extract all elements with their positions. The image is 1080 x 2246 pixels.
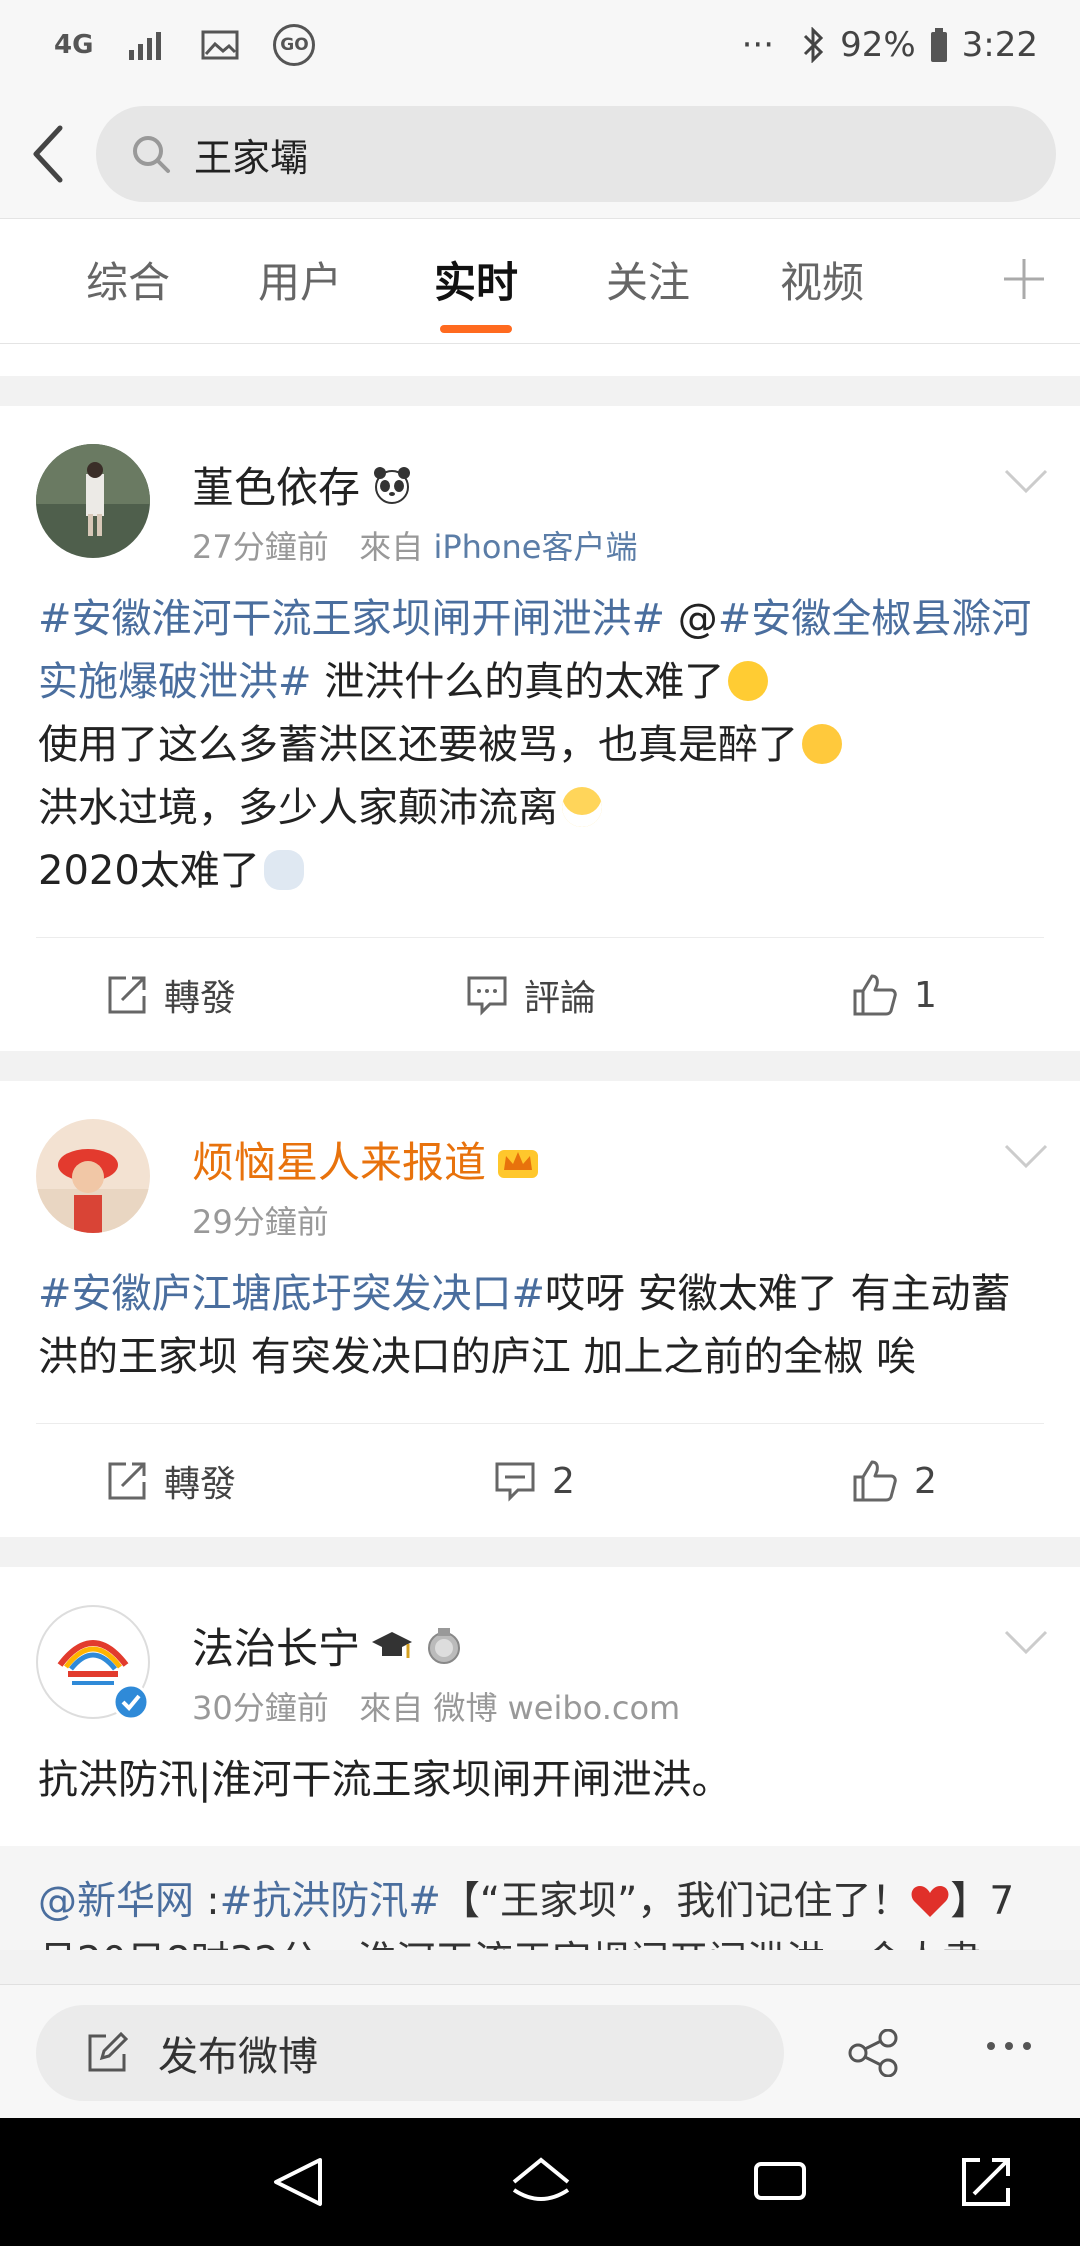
edit-icon xyxy=(88,2032,128,2072)
avatar[interactable] xyxy=(36,444,150,558)
more-notifications-indicator: ··· xyxy=(741,25,775,65)
go-app-icon: GO xyxy=(273,24,316,66)
nav-back-icon[interactable] xyxy=(270,2156,326,2208)
post-body[interactable]: #安徽庐江塘底圩突发决口#哎呀 安徽太难了 有主动蓄洪的王家坝 有突发决口的庐江… xyxy=(0,1249,1080,1389)
battery-icon xyxy=(930,28,947,62)
search-header: 王家壩 xyxy=(0,90,1080,218)
search-icon xyxy=(133,136,170,173)
previous-post-actions-clipped xyxy=(0,344,1080,376)
vip-crown-badge-icon xyxy=(498,1149,539,1178)
system-navigation-bar xyxy=(0,2118,1080,2246)
comment-button[interactable]: 2 xyxy=(494,1424,575,1538)
hashtag-link[interactable]: #安徽庐江塘底圩突发决口# xyxy=(38,1271,545,1317)
hashtag-link[interactable]: #抗洪防汛# xyxy=(220,1879,441,1924)
image-icon xyxy=(201,30,239,60)
post-body[interactable]: #安徽淮河干流王家坝闸开闸泄洪# @#安徽全椒县滁河实施爆破泄洪# 泄洪什么的真… xyxy=(0,574,1080,903)
search-input[interactable]: 王家壩 xyxy=(96,106,1056,202)
post-card[interactable]: 法治长宁 30分鐘前 來自 微博 weibo.com 抗洪防汛|淮河干流王家坝闸… xyxy=(0,1567,1080,1950)
thumbs-up-icon xyxy=(853,1460,897,1502)
tab-users[interactable]: 用户 xyxy=(258,249,342,310)
verified-badge-icon xyxy=(112,1683,150,1721)
feed-list[interactable]: 堇色依存 27分鐘前 來自 iPhone客户端 #安徽淮河干流王家坝闸开闸泄洪#… xyxy=(0,344,1080,1984)
upside-down-face-emoji-icon xyxy=(802,724,842,764)
hashtag-link[interactable]: #安徽淮河干流王家坝闸开闸泄洪# xyxy=(38,596,665,642)
post-card[interactable]: 堇色依存 27分鐘前 來自 iPhone客户端 #安徽淮河干流王家坝闸开闸泄洪#… xyxy=(0,406,1080,1051)
chevron-down-icon[interactable] xyxy=(1004,1629,1048,1657)
post-meta: 29分鐘前 xyxy=(192,1203,329,1241)
post-meta: 30分鐘前 來自 微博 weibo.com xyxy=(192,1689,681,1727)
repost-button[interactable]: 轉發 xyxy=(106,1424,236,1538)
author-name[interactable]: 烦恼星人来报道 xyxy=(192,1129,540,1190)
more-options-icon[interactable] xyxy=(984,2039,1034,2053)
like-button[interactable]: 2 xyxy=(852,1424,937,1538)
panda-badge-icon xyxy=(374,466,411,504)
post-source-link[interactable]: 微博 weibo.com xyxy=(433,1689,680,1727)
compose-post-button[interactable]: 发布微博 xyxy=(36,2005,784,2101)
repost-icon xyxy=(108,1462,146,1500)
mask-emoji-icon xyxy=(562,787,602,827)
graduation-cap-badge-icon xyxy=(372,1631,413,1658)
nav-recents-icon[interactable] xyxy=(752,2156,808,2204)
quoted-post[interactable]: @新华网 :#抗洪防汛#【“王家坝”，我们记住了！】7月20日8时32分，淮河干… xyxy=(0,1846,1080,1950)
active-tab-indicator xyxy=(440,325,512,333)
chevron-down-icon[interactable] xyxy=(1004,468,1048,496)
compose-bar: 发布微博 xyxy=(0,1984,1080,2118)
back-button[interactable] xyxy=(0,90,96,218)
author-name[interactable]: 法治长宁 xyxy=(192,1615,464,1676)
search-query: 王家壩 xyxy=(194,135,309,180)
tab-bar: 综合 用户 实时 关注 视频 xyxy=(0,218,1080,344)
clock: 3:22 xyxy=(961,25,1038,65)
post-body[interactable]: 抗洪防汛|淮河干流王家坝闸开闸泄洪。 xyxy=(0,1735,1080,1812)
chevron-down-icon[interactable] xyxy=(1004,1143,1048,1171)
repost-icon xyxy=(108,976,146,1014)
comment-icon xyxy=(495,1462,535,1502)
post-actions: 轉發 評論 1 xyxy=(36,937,1044,1051)
bluetooth-icon xyxy=(804,27,824,63)
post-meta: 27分鐘前 來自 iPhone客户端 xyxy=(192,528,638,566)
mention-link[interactable]: @新华网 xyxy=(38,1879,194,1924)
crying-emoji-icon xyxy=(728,661,769,701)
post-card[interactable]: 烦恼星人来报道 29分鐘前 #安徽庐江塘底圩突发决口#哎呀 安徽太难了 有主动蓄… xyxy=(0,1081,1080,1537)
nav-rotate-icon[interactable] xyxy=(960,2156,1012,2208)
author-name[interactable]: 堇色依存 xyxy=(192,454,414,515)
post-source-link[interactable]: iPhone客户端 xyxy=(433,528,637,566)
avatar[interactable] xyxy=(36,1119,150,1233)
thumbs-up-icon xyxy=(853,974,897,1016)
repost-button[interactable]: 轉發 xyxy=(106,938,236,1052)
medal-badge-icon xyxy=(428,1627,461,1664)
tab-comprehensive[interactable]: 综合 xyxy=(86,249,170,310)
rain-cloud-emoji-icon xyxy=(263,850,304,890)
back-arrow-icon xyxy=(33,125,63,183)
post-actions: 轉發 2 2 xyxy=(36,1423,1044,1537)
signal-icon xyxy=(129,32,162,60)
tab-video[interactable]: 视频 xyxy=(780,249,864,310)
network-type-icon: 4G xyxy=(54,30,94,60)
comment-icon xyxy=(467,976,507,1016)
status-bar: 4G GO ··· 92% 3:22 xyxy=(0,0,1080,90)
red-heart-icon xyxy=(911,1886,949,1917)
like-button[interactable]: 1 xyxy=(852,938,937,1052)
tab-following[interactable]: 关注 xyxy=(606,249,690,310)
comment-button[interactable]: 評論 xyxy=(466,938,596,1052)
share-icon[interactable] xyxy=(848,2029,900,2077)
nav-home-icon[interactable] xyxy=(510,2156,572,2208)
add-tab-icon[interactable] xyxy=(1002,257,1046,301)
tab-realtime[interactable]: 实时 xyxy=(434,249,518,310)
battery-percent: 92% xyxy=(840,25,916,65)
